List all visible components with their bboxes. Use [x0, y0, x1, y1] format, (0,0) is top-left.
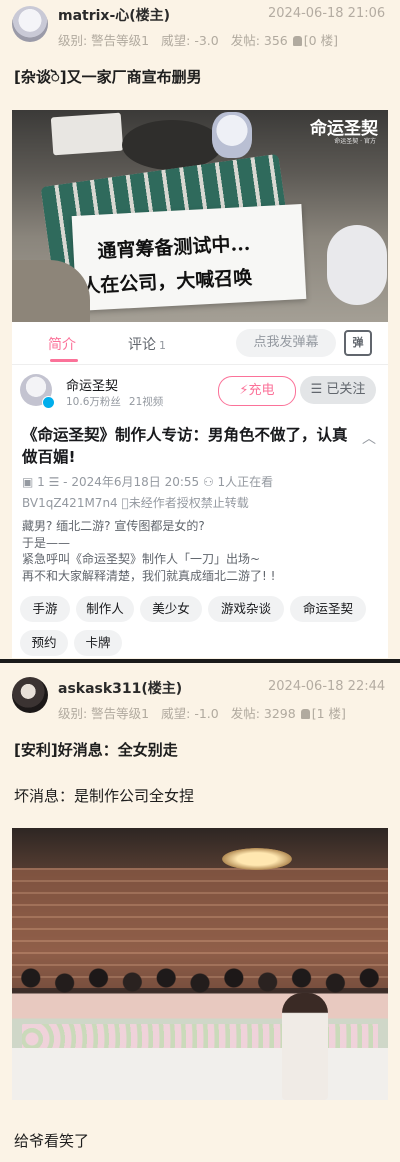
desc-line: 藏男? 缅北二游? 宣传图都是女的? [22, 519, 205, 533]
tab-indicator [50, 359, 78, 362]
avatar[interactable] [12, 6, 48, 42]
floor-number: [1 楼] [311, 706, 346, 721]
post-title: [杂谈ॆ]又一家厂商宣布删男 [14, 68, 202, 86]
username[interactable]: askask311(楼主) [58, 678, 182, 698]
tag[interactable]: 预约 [20, 630, 68, 656]
desk-object [50, 112, 124, 156]
desk-object [122, 120, 222, 170]
tag[interactable]: 卡牌 [74, 630, 122, 656]
copyright-notice: 未经作者授权禁止转载 [128, 496, 249, 510]
paper-sign: 通宵筹备测试中... 人在公司，大喊召唤 [71, 204, 307, 311]
tag[interactable]: 手游 [20, 596, 70, 622]
user-post-count: 发帖: 3298 [230, 706, 296, 721]
tab-comments[interactable]: 评论 1 [128, 334, 166, 354]
desc-line: 紧急呼叫《命运圣契》制作人「一刀」出场~ [22, 552, 261, 566]
chandelier [222, 848, 292, 870]
floor-number: [0 楼] [303, 33, 338, 48]
user-post-count: 发帖: 356 [230, 33, 288, 48]
post-divider [0, 659, 400, 663]
user-level: 级别: 警告等级1 [58, 706, 150, 721]
chevron-up-icon[interactable]: ︿ [362, 428, 376, 448]
embedded-screenshot[interactable]: 通宵筹备测试中... 人在公司，大喊召唤 命运圣契 命运圣契 · 官方 简介 评… [12, 110, 388, 658]
tab-comments-label: 评论 [128, 337, 156, 353]
tag[interactable]: 制作人 [76, 596, 134, 622]
mouse [327, 225, 387, 305]
tag[interactable]: 命运圣契 [290, 596, 366, 622]
table [12, 1048, 388, 1100]
video-id-line: BV1qZ421M7n4 ⃠未经作者授权禁止转载 [22, 494, 249, 511]
comment-count: 1 [159, 339, 166, 352]
desc-line: 再不和大家解释清楚，我们就真成缅北二游了! ! [22, 568, 276, 583]
user-level: 级别: 警告等级1 [58, 33, 150, 48]
video-title: 《命运圣契》制作人专访：男角色不做了，认真做百媚! [22, 426, 348, 466]
group-photo[interactable] [12, 828, 388, 1100]
uploader-stats: 10.6万粉丝 21视频 [66, 394, 171, 409]
username[interactable]: matrix-心(楼主) [58, 5, 170, 25]
uploader-name[interactable]: 命运圣契 [66, 375, 118, 394]
tab-intro[interactable]: 简介 [48, 334, 76, 354]
follow-button[interactable]: ☰ 已关注 [300, 376, 376, 404]
post-floor-0: matrix-心(楼主) 2024-06-18 21:06 级别: 警告等级1 威… [0, 0, 400, 660]
bvid[interactable]: BV1qZ421M7n4 [22, 496, 118, 510]
standing-person [282, 993, 328, 1100]
charge-button[interactable]: ⚡充电 [218, 376, 296, 406]
video-tabs: 简介 评论 1 点我发弹幕 弹 [12, 322, 388, 365]
user-meta: 级别: 警告等级1 威望: -3.0 发帖: 356 [0 楼] [58, 30, 350, 49]
post-datetime: 2024-06-18 22:44 [268, 679, 386, 694]
paper-line-1: 通宵筹备测试中... [96, 232, 251, 263]
user-meta: 级别: 警告等级1 威望: -1.0 发帖: 3298 [1 楼] [58, 703, 358, 722]
post-title: [安利]好消息：全女别走 [14, 741, 178, 759]
figurine [212, 112, 252, 158]
paper-line-2: 人在公司，大喊召唤 [80, 266, 253, 298]
post-body-line: 坏消息：是制作公司全女捏 [14, 787, 195, 805]
game-logo-sub: 命运圣契 · 官方 [334, 138, 376, 145]
avatar[interactable] [12, 677, 48, 713]
danmaku-toggle-icon[interactable]: 弹 [344, 330, 372, 356]
android-icon [292, 36, 302, 46]
uploader-videos: 21视频 [128, 396, 164, 408]
post-datetime: 2024-06-18 21:06 [268, 6, 386, 21]
video-player[interactable]: 通宵筹备测试中... 人在公司，大喊召唤 命运圣契 命运圣契 · 官方 [12, 110, 388, 322]
android-icon [300, 709, 310, 719]
video-stats: ▣ 1 ☰ - 2024年6月18日 20:55 ⚇ 1人正在看 [22, 475, 274, 489]
user-prestige: 威望: -1.0 [161, 706, 219, 721]
danmaku-input[interactable]: 点我发弹幕 [236, 329, 336, 357]
user-prestige: 威望: -3.0 [161, 33, 219, 48]
tag[interactable]: 游戏杂谈 [208, 596, 284, 622]
post-body-line: 给爷看笑了 [14, 1132, 90, 1150]
desc-line: 于是—— [22, 535, 71, 550]
video-description: 藏男? 缅北二游? 宣传图都是女的? 于是—— 紧急呼叫《命运圣契》制作人「一刀… [22, 518, 275, 584]
uploader-fans: 10.6万粉丝 [66, 396, 121, 408]
verified-badge-icon [42, 396, 55, 409]
tag[interactable]: 美少女 [140, 596, 202, 622]
